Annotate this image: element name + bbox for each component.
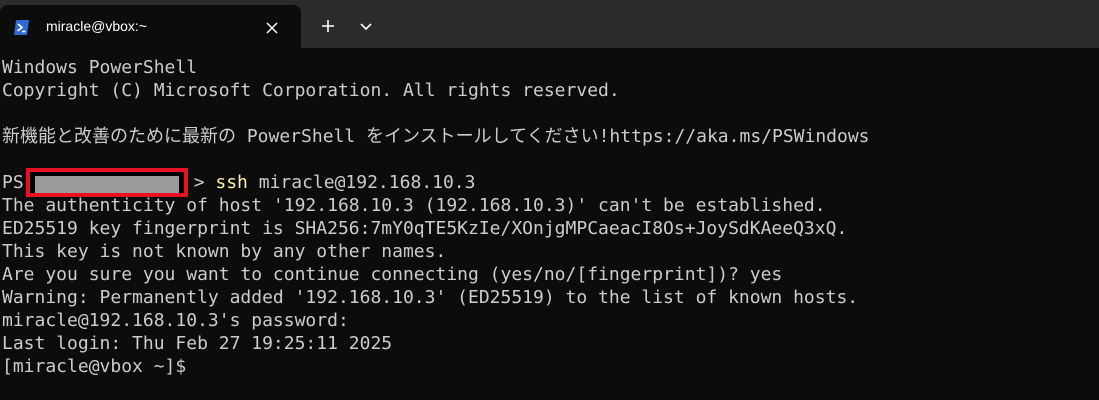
- powershell-icon: [14, 20, 29, 35]
- output-line: ED25519 key fingerprint is SHA256:7mY0qT…: [2, 218, 848, 239]
- copyright-line: Copyright (C) Microsoft Corporation. All…: [2, 80, 620, 101]
- output-line: This key is not known by any other names…: [2, 241, 447, 262]
- output-line: Last login: Thu Feb 27 19:25:11 2025: [2, 333, 393, 354]
- command-argument: miracle@192.168.10.3: [247, 172, 476, 193]
- redacted-path: [25, 168, 188, 197]
- output-line: Warning: Permanently added '192.168.10.3…: [2, 287, 859, 308]
- output-line: miracle@192.168.10.3's password:: [2, 310, 349, 331]
- prompt-line: PS > ssh miracle@192.168.10.3: [2, 168, 870, 197]
- tab-title: miracle@vbox:~: [46, 18, 147, 34]
- title-bar: miracle@vbox:~: [0, 0, 1099, 48]
- prompt-prefix: PS: [2, 172, 24, 193]
- command-name: ssh: [215, 172, 248, 193]
- tab-terminal[interactable]: miracle@vbox:~: [0, 5, 301, 48]
- terminal-output[interactable]: Windows PowerShell Copyright (C) Microso…: [2, 56, 870, 378]
- update-notice-line: 新機能と改善のために最新の PowerShell をインストールしてください!h…: [2, 126, 870, 147]
- output-line: Are you sure you want to continue connec…: [2, 264, 783, 285]
- output-line: The authenticity of host '192.168.10.3 (…: [2, 195, 826, 216]
- prompt-suffix: >: [193, 172, 205, 193]
- chevron-down-icon[interactable]: [352, 12, 380, 40]
- banner-line: Windows PowerShell: [2, 57, 198, 78]
- new-tab-button[interactable]: [314, 12, 342, 40]
- shell-prompt: [miracle@vbox ~]$: [2, 356, 187, 377]
- close-icon[interactable]: [262, 18, 282, 38]
